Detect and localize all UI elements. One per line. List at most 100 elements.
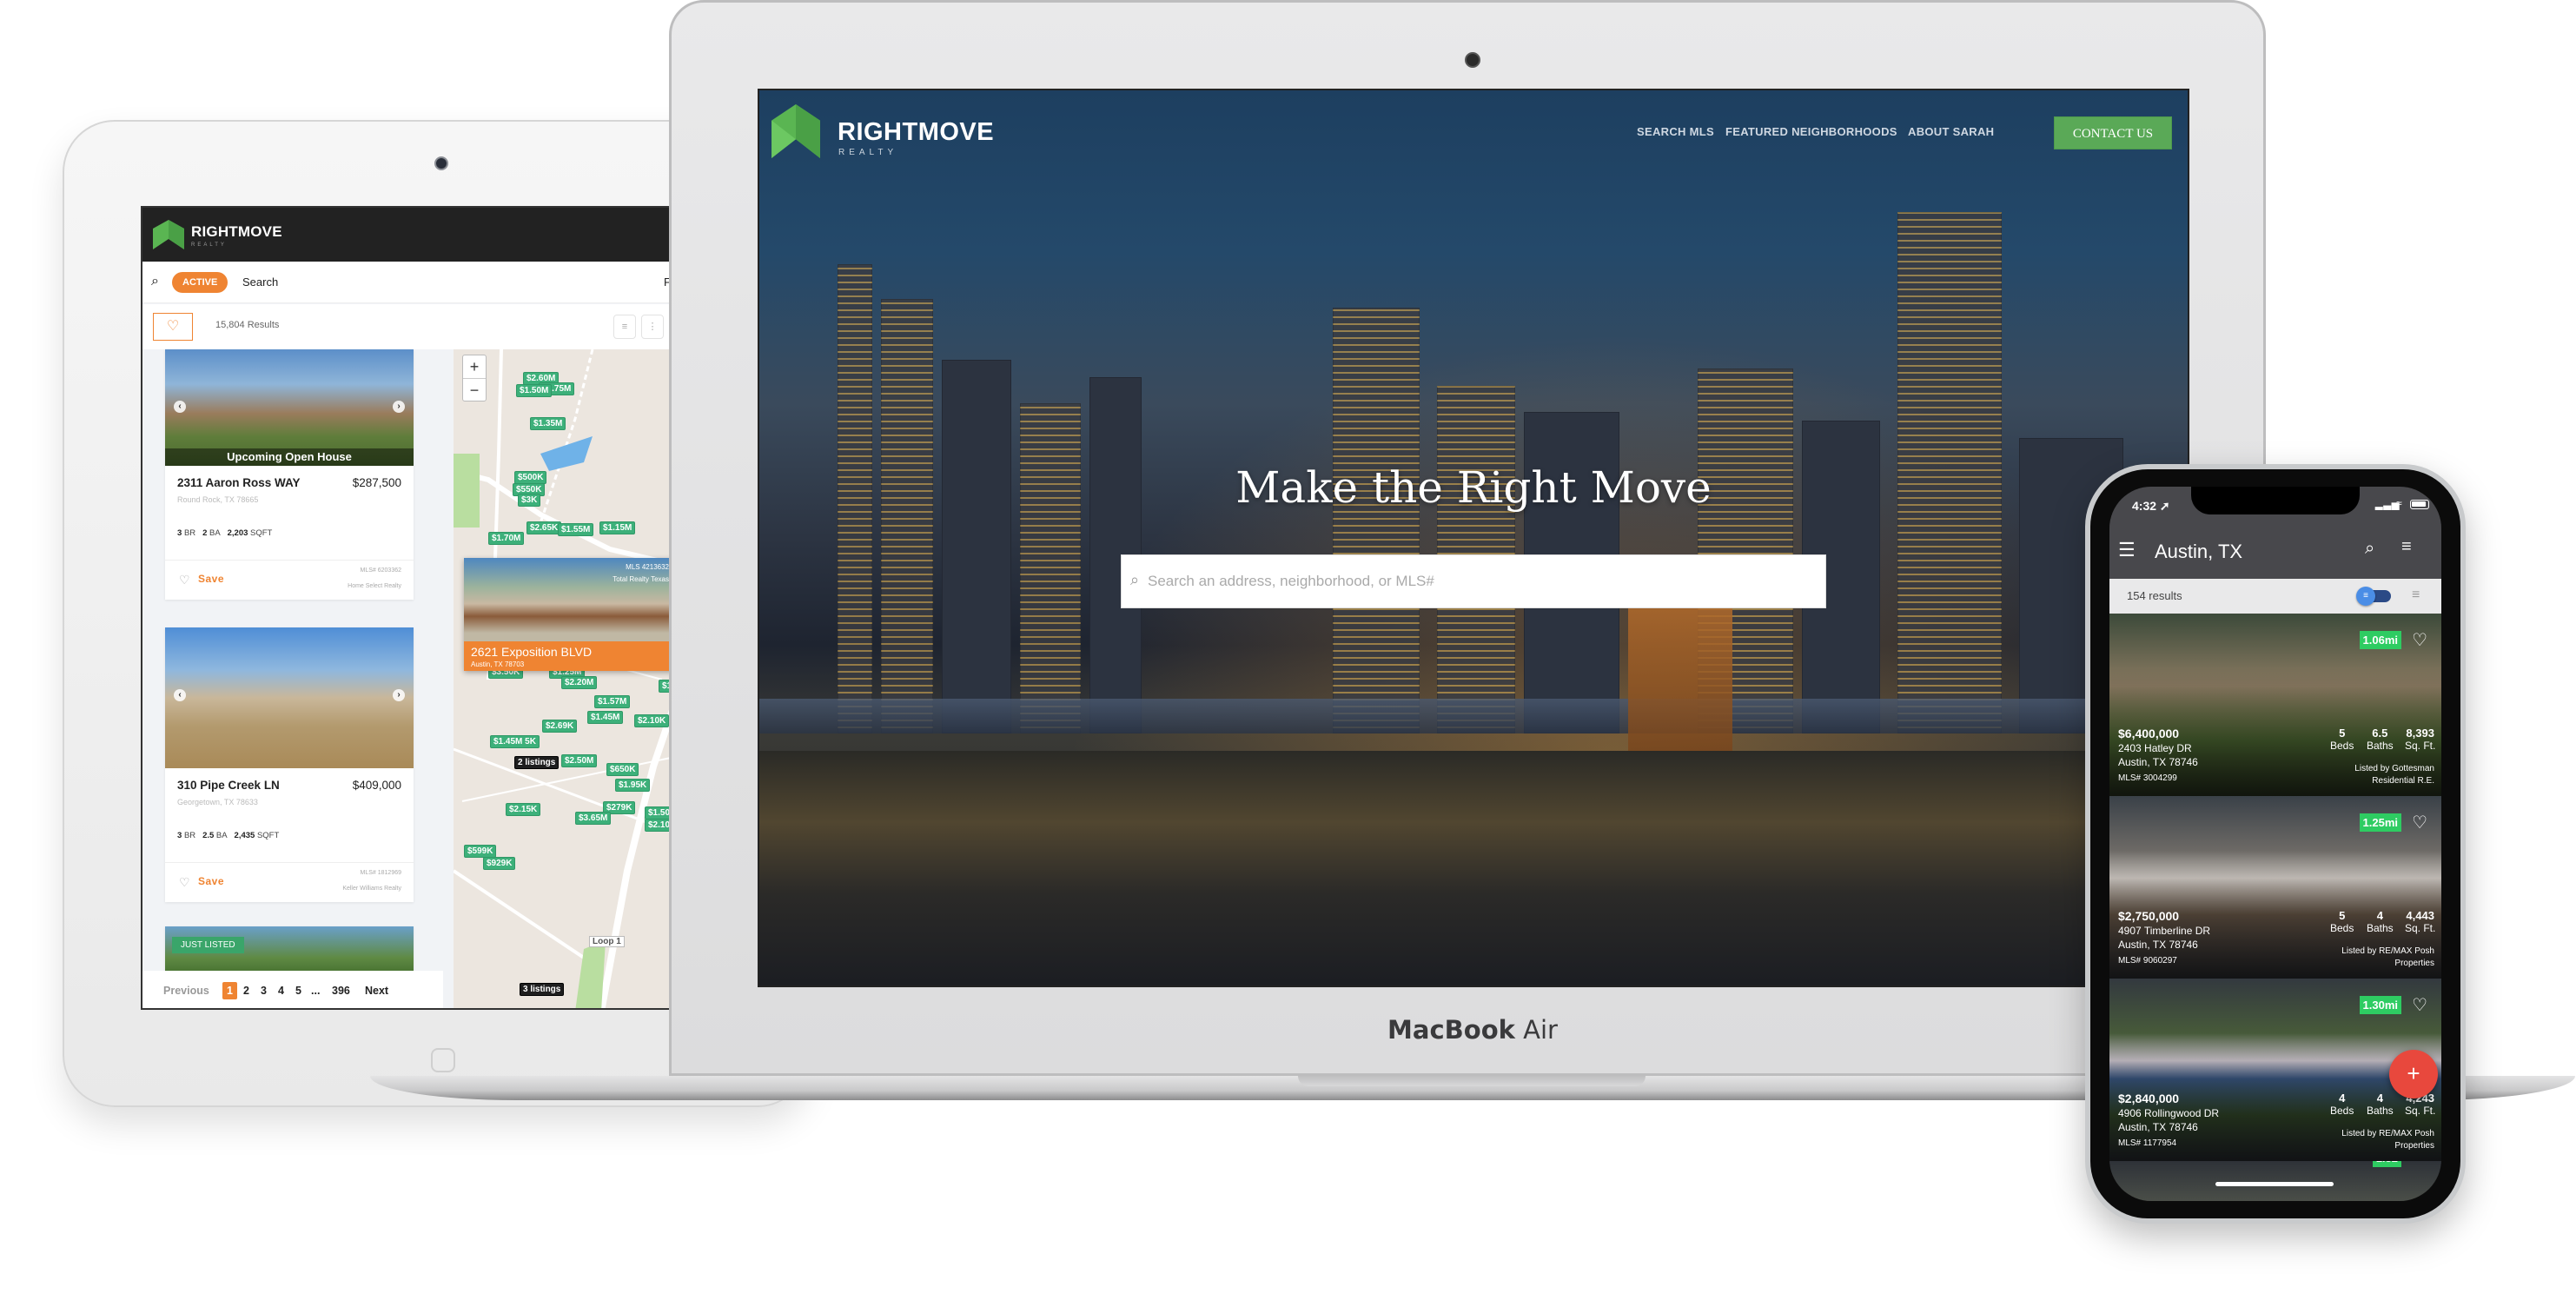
map-listing-popup[interactable]: MLS 4213632 Total Realty Texas 2621 Expo…	[464, 558, 669, 671]
search-input[interactable]: Search	[242, 275, 278, 289]
nav-search-mls[interactable]: SEARCH MLS	[1637, 125, 1714, 138]
search-icon[interactable]: ⌕	[2365, 539, 2374, 559]
baths-value: 6.5	[2372, 727, 2388, 740]
hamburger-menu-icon[interactable]: ☰	[2118, 539, 2136, 561]
beds-label: Beds	[2330, 740, 2354, 752]
map-price-pin[interactable]: $2.10K	[634, 714, 669, 727]
phone-listing-card[interactable]: 1.25mi ♡ $2,750,000 4907 Timberline DR A…	[2109, 796, 2441, 979]
heart-icon[interactable]: ♡	[179, 573, 190, 587]
road-label: Loop 1	[589, 936, 625, 947]
hero-search-input[interactable]	[1148, 555, 1817, 607]
popup-mls: MLS 4213632	[626, 563, 669, 571]
favorites-button[interactable]: ♡	[153, 313, 193, 341]
pagination-page[interactable]: 2	[243, 985, 249, 997]
map-price-pin[interactable]: $1.15M	[599, 521, 636, 534]
pagination-page[interactable]: 5	[295, 985, 301, 997]
map-price-pin[interactable]: $2.69K	[542, 720, 578, 733]
map-price-pin[interactable]: $2.50M	[561, 754, 598, 767]
listed-by-line1: Listed by RE/MAX Posh	[2341, 1129, 2434, 1138]
beds-label: Beds	[2330, 1105, 2354, 1117]
map-price-pin[interactable]: $1.50M	[516, 384, 553, 397]
pagination: Previous 1 2 3 4 5 ... 396 Next	[142, 971, 443, 1008]
phone-listing-card[interactable]: 1.32	[2109, 1161, 2441, 1201]
map-price-pin[interactable]: $2.20M	[561, 676, 598, 689]
map-price-pin[interactable]: $2.15K	[506, 803, 541, 816]
phone-status-bar: 4:32 ➚ ▂▃▅ ≈	[2109, 487, 2441, 525]
map-price-pin[interactable]: $1.70M	[488, 532, 525, 545]
map-price-pin[interactable]: $929K	[483, 857, 516, 870]
map-price-pin[interactable]: $1.55M	[558, 523, 594, 536]
tablet-camera	[434, 156, 448, 170]
more-options-button[interactable]: ⋮	[641, 315, 664, 339]
zoom-in-button[interactable]: +	[463, 355, 486, 378]
pagination-next[interactable]: Next	[365, 985, 388, 997]
beds-unit: BR	[183, 831, 196, 840]
laptop-hinge-notch	[1298, 1076, 1646, 1086]
map-price-pin[interactable]: $1.45M 5K	[490, 735, 540, 748]
contact-us-button[interactable]: CONTACT US	[2054, 116, 2172, 149]
listing-agent: Keller Williams Realty	[342, 886, 401, 892]
map-price-pin[interactable]: $2.10K	[645, 819, 669, 832]
chevron-right-icon[interactable]: ›	[393, 689, 405, 702]
nav-about-sarah[interactable]: ABOUT SARAH	[1908, 125, 1994, 138]
listings-map[interactable]: + − $2.60M $2.75M $1.50M $1.35M $500K $550K $3…	[443, 349, 669, 1008]
map-price-pin[interactable]: $1.50K	[645, 806, 669, 820]
map-price-pin[interactable]: $1.57M	[594, 695, 631, 708]
map-cluster[interactable]: 3 listings	[520, 983, 565, 996]
map-price-pin[interactable]: $3.65M	[575, 812, 612, 825]
map-price-pin[interactable]: $650K	[606, 763, 639, 776]
listing-card[interactable]: ‹ › 310 Pipe Creek LN $409,000 Georgetow…	[165, 627, 414, 902]
phone-listing-card[interactable]: 1.06mi ♡ $6,400,000 2403 Hatley DR Austi…	[2109, 614, 2441, 796]
heart-icon[interactable]: ♡	[179, 875, 190, 890]
rightmove-logo-icon[interactable]	[771, 104, 820, 158]
filter-icon[interactable]: ≡	[2401, 537, 2412, 557]
chevron-right-icon[interactable]: ›	[393, 400, 405, 413]
sort-icon: ≡	[621, 322, 628, 332]
chevron-left-icon[interactable]: ‹	[174, 400, 186, 413]
tablet-screen: RIGHTMOVE REALTY ⌕ ACTIVE Search F ♡ 15,…	[141, 206, 671, 1010]
tablet-home-button[interactable]	[431, 1048, 455, 1072]
heart-icon[interactable]: ♡	[2412, 812, 2427, 833]
listed-by-line2: Residential R.E.	[2372, 776, 2434, 786]
list-map-toggle[interactable]: ≡	[2356, 587, 2391, 606]
nav-featured-neighborhoods[interactable]: FEATURED NEIGHBORHOODS	[1725, 125, 1897, 138]
pagination-page[interactable]: 3	[261, 985, 267, 997]
sqft-unit: SQFT	[256, 831, 280, 840]
pagination-page-last[interactable]: 396	[332, 985, 350, 997]
save-button[interactable]: Save	[198, 875, 224, 887]
save-button[interactable]: Save	[198, 573, 224, 585]
chevron-left-icon[interactable]: ‹	[174, 689, 186, 702]
baths-label: Baths	[2367, 740, 2394, 752]
pagination-previous[interactable]: Previous	[163, 985, 209, 997]
map-price-pin[interactable]: $1.35M	[530, 417, 566, 430]
heart-icon[interactable]: ♡	[2412, 629, 2427, 651]
listing-photo[interactable]: ‹ ›	[165, 627, 414, 768]
map-price-pin[interactable]: $500K	[514, 471, 547, 484]
zoom-out-button[interactable]: −	[463, 378, 486, 401]
heart-icon[interactable]: ♡	[2412, 994, 2427, 1016]
search-icon: ⌕	[1130, 571, 1140, 588]
sort-icon[interactable]: ≡	[2412, 587, 2420, 603]
pagination-page-current[interactable]: 1	[222, 982, 237, 999]
brand-name[interactable]: RIGHTMOVE	[838, 118, 994, 147]
rightmove-logo-icon	[153, 220, 184, 249]
search-icon[interactable]: ⌕	[151, 274, 159, 289]
map-price-pin[interactable]: $3K	[518, 494, 541, 507]
map-cluster[interactable]: 2 listings	[514, 756, 560, 769]
hero-search-box[interactable]: ⌕	[1121, 554, 1826, 608]
map-price-pin[interactable]: $1.45M	[587, 711, 624, 724]
status-filter-chip[interactable]: ACTIVE	[172, 272, 228, 293]
baths-value: 4	[2376, 1092, 2383, 1105]
add-fab-button[interactable]: +	[2389, 1050, 2438, 1098]
listing-photo[interactable]: ‹ › Upcoming Open House	[165, 349, 414, 466]
listing-card[interactable]: ‹ › Upcoming Open House 2311 Aaron Ross …	[165, 349, 414, 600]
pagination-ellipsis: ...	[311, 985, 321, 997]
listing-mls: MLS# 3004299	[2118, 773, 2177, 783]
sort-button[interactable]: ≡	[613, 315, 636, 339]
map-price-pin[interactable]: $2.65K	[526, 521, 562, 534]
pagination-page[interactable]: 4	[278, 985, 284, 997]
home-indicator[interactable]	[2215, 1182, 2334, 1186]
listing-specs: 3 BR 2.5 BA 2,435 SQFT	[177, 831, 279, 840]
map-price-pin[interactable]: $1.95K	[615, 779, 651, 792]
map-price-pin[interactable]: $599K	[464, 845, 497, 858]
